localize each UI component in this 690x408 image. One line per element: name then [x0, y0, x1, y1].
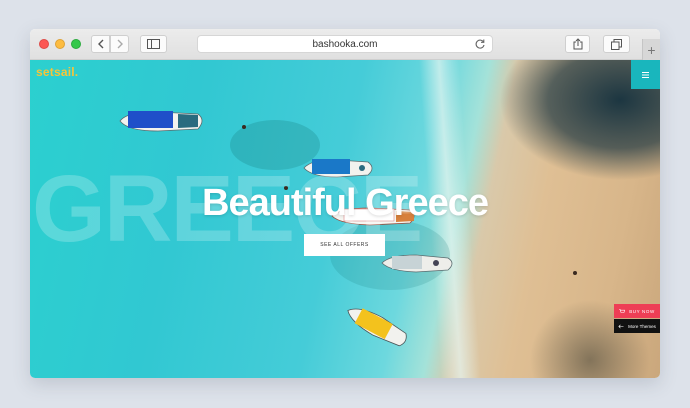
show-tabs-button[interactable]	[603, 35, 630, 53]
menu-button[interactable]	[631, 60, 660, 89]
swimmer	[242, 125, 246, 129]
hero-title: Beautiful Greece	[202, 182, 489, 224]
address-bar[interactable]: bashooka.com	[197, 35, 493, 53]
tabs-icon	[611, 38, 622, 50]
beach-person	[573, 271, 577, 275]
boat-yellow-canopy	[347, 308, 407, 347]
share-button[interactable]	[565, 35, 590, 53]
chevron-left-icon	[97, 39, 103, 49]
forward-button[interactable]	[110, 35, 129, 53]
cart-icon	[619, 308, 626, 313]
new-tab-button[interactable]: +	[642, 39, 660, 60]
buy-now-button[interactable]: BUY NOW	[614, 304, 660, 318]
site-logo[interactable]: setsail.	[36, 65, 78, 79]
close-window-button[interactable]	[39, 39, 49, 49]
minimize-window-button[interactable]	[55, 39, 65, 49]
url-text: bashooka.com	[312, 38, 378, 50]
sidebar-toggle-button[interactable]	[140, 35, 167, 53]
hamburger-icon	[642, 71, 649, 78]
boat-blue-canopy	[119, 111, 203, 132]
buy-now-label: BUY NOW	[629, 308, 655, 314]
hero-section: GREECE setsail. Beautiful Greece SEE ALL…	[30, 60, 660, 378]
browser-window: bashooka.com + GREECE setsail. Beautiful…	[30, 29, 660, 378]
arrow-left-icon	[618, 324, 624, 328]
back-button[interactable]	[91, 35, 110, 53]
zoom-window-button[interactable]	[71, 39, 81, 49]
more-themes-button[interactable]: More Themes	[614, 319, 660, 333]
browser-toolbar: bashooka.com +	[30, 29, 660, 60]
see-all-offers-button[interactable]: SEE ALL OFFERS	[304, 234, 385, 256]
chevron-right-icon	[117, 39, 123, 49]
share-icon	[573, 38, 582, 50]
more-themes-label: More Themes	[628, 323, 656, 329]
sidebar-icon	[147, 39, 160, 49]
reload-icon[interactable]	[474, 38, 486, 50]
